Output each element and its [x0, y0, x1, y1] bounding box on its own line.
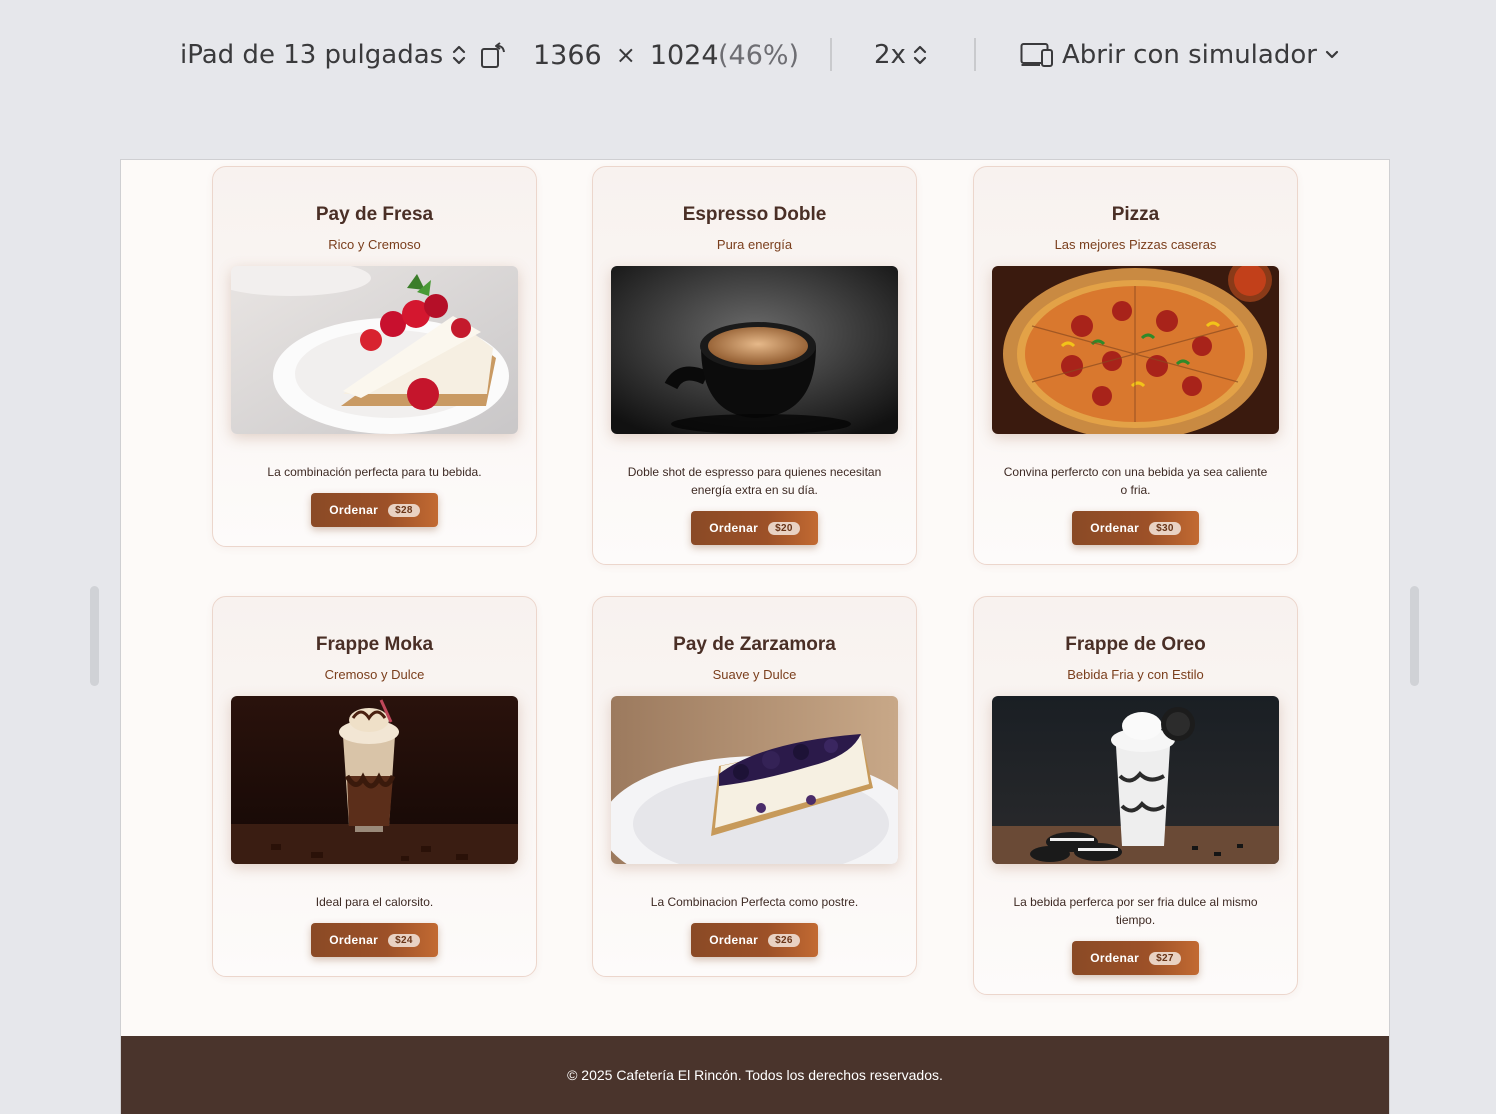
card-title: Frappe Moka	[315, 634, 434, 655]
order-button-label: Ordenar	[1090, 951, 1140, 965]
order-button[interactable]: Ordenar $26	[691, 923, 818, 957]
card-description: Convina perfercto con una bebida ya sea …	[1003, 465, 1268, 497]
card-title: Pizza	[1111, 204, 1160, 225]
card-subtitle: Bebida Fria y con Estilo	[1067, 667, 1204, 682]
toolbar-divider	[830, 38, 832, 71]
updown-chevron-icon	[451, 43, 467, 67]
zoom-level: (46%)	[718, 39, 800, 71]
order-button-label: Ordenar	[709, 521, 759, 535]
card-subtitle: Pura energía	[716, 237, 793, 252]
menu-card: Frappe de Oreo Bebida Fria y con Estilo	[973, 596, 1298, 995]
card-description: La Combinacion Perfecta como postre.	[650, 895, 859, 909]
strawberry-cheesecake-photo	[231, 266, 518, 434]
order-button[interactable]: Ordenar $28	[311, 493, 438, 527]
blackberry-cheesecake-photo	[611, 696, 898, 864]
card-description: La combinación perfecta para tu bebida.	[267, 465, 482, 479]
card-title: Pay de Zarzamora	[673, 634, 836, 655]
mocha-frappe-photo	[231, 696, 518, 864]
open-simulator-label: Abrir con simulador	[1062, 40, 1317, 70]
resize-handle-right[interactable]	[1410, 586, 1419, 686]
menu-card: Espresso Doble Pura energía Doble shot d…	[592, 166, 917, 565]
rotate-device-icon[interactable]	[478, 34, 508, 76]
order-button-label: Ordenar	[709, 933, 759, 947]
price-badge: $24	[388, 933, 420, 947]
price-badge: $20	[768, 521, 800, 535]
open-simulator-button[interactable]: Abrir con simulador	[1020, 34, 1339, 76]
times-sign: ×	[615, 41, 636, 69]
site-footer: © 2025 Cafetería El Rincón. Todos los de…	[121, 1036, 1389, 1114]
card-title: Frappe de Oreo	[1065, 634, 1206, 655]
pizza-photo	[992, 266, 1279, 434]
order-button[interactable]: Ordenar $27	[1072, 941, 1199, 975]
oreo-frappe-photo	[992, 696, 1279, 864]
card-title: Pay de Fresa	[315, 204, 434, 225]
device-simulator-icon	[1020, 42, 1054, 68]
price-badge: $28	[388, 503, 420, 517]
order-button-label: Ordenar	[329, 503, 379, 517]
card-title: Espresso Doble	[682, 204, 827, 225]
card-description: Ideal para el calorsito.	[315, 895, 434, 909]
menu-card: Frappe Moka Cremoso y Dulce Ideal para e…	[212, 596, 537, 977]
updown-chevron-icon	[912, 43, 928, 67]
price-badge: $30	[1149, 521, 1181, 535]
menu-card: Pay de Zarzamora Suave y Dulce La Combin…	[592, 596, 917, 977]
order-button[interactable]: Ordenar $20	[691, 511, 818, 545]
menu-card: Pizza Las mejores Pizzas caseras Convina…	[973, 166, 1298, 565]
menu-card: Pay de Fresa Rico y Cremoso La combinaci…	[212, 166, 537, 547]
viewport-width: 1366	[533, 39, 602, 71]
order-button[interactable]: Ordenar $24	[311, 923, 438, 957]
price-badge: $26	[768, 933, 800, 947]
resize-handle-left[interactable]	[90, 586, 99, 686]
price-badge: $27	[1149, 951, 1181, 965]
card-description: La bebida perferca por ser fria dulce al…	[1013, 895, 1258, 927]
card-subtitle: Cremoso y Dulce	[324, 667, 425, 682]
simulator-toolbar: iPad de 13 pulgadas 1366 × 1024 (46%) 2x…	[0, 0, 1496, 110]
toolbar-divider	[974, 38, 976, 71]
order-button-label: Ordenar	[1090, 521, 1140, 535]
pixel-scale: 2x	[874, 40, 906, 70]
footer-copyright: © 2025 Cafetería El Rincón. Todos los de…	[567, 1067, 943, 1083]
card-subtitle: Suave y Dulce	[712, 667, 797, 682]
chevron-down-icon	[1325, 50, 1339, 60]
card-subtitle: Rico y Cremoso	[328, 237, 421, 252]
order-button-label: Ordenar	[329, 933, 379, 947]
viewport-dimensions: 1366 × 1024	[533, 34, 719, 76]
espresso-cup-photo	[611, 266, 898, 434]
viewport-height: 1024	[649, 39, 719, 71]
device-name: iPad de 13 pulgadas	[180, 40, 444, 70]
order-button[interactable]: Ordenar $30	[1072, 511, 1199, 545]
card-subtitle: Las mejores Pizzas caseras	[1054, 237, 1217, 252]
device-selector[interactable]: iPad de 13 pulgadas	[180, 34, 467, 76]
pixel-scale-selector[interactable]: 2x	[874, 34, 928, 76]
device-viewport: Pay de Fresa Rico y Cremoso La combinaci…	[121, 160, 1389, 1114]
card-description: Doble shot de espresso para quienes nece…	[627, 465, 882, 497]
